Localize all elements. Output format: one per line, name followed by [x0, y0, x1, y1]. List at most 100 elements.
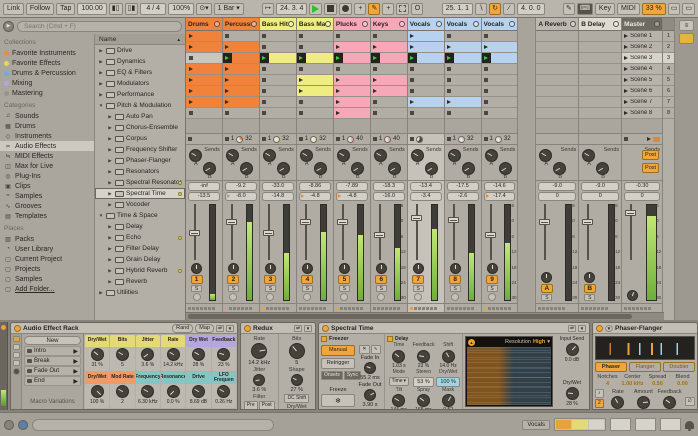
back-to-arrangement-indicator[interactable] — [653, 136, 661, 142]
loop-length-field[interactable]: 4. 0. 0 — [517, 2, 545, 15]
clip-launch-button[interactable] — [186, 31, 195, 41]
volume-fader[interactable] — [582, 204, 594, 260]
expand-arrow-icon[interactable]: ▶ — [107, 136, 113, 142]
scene-slot[interactable]: Scene 1 — [622, 31, 663, 42]
resolution-arrow-icon[interactable]: ▾ — [547, 339, 550, 345]
volume-value[interactable]: -9.0 — [581, 182, 620, 191]
clip-slot[interactable] — [333, 53, 370, 64]
clip-launch-button[interactable] — [408, 31, 417, 41]
pan-value[interactable]: -4.8 — [298, 192, 331, 201]
fader-handle[interactable] — [225, 219, 237, 225]
param-value[interactable]: 1.00 kHz — [621, 381, 643, 388]
volume-fader[interactable] — [625, 204, 637, 260]
key-map-button[interactable]: Key — [594, 2, 615, 15]
scene-slot[interactable]: Scene 7 — [622, 97, 663, 108]
pan-knob[interactable] — [227, 263, 239, 274]
clip-slot[interactable] — [186, 75, 222, 86]
clip-slot[interactable] — [296, 75, 333, 86]
clip-launch-button[interactable] — [371, 97, 380, 107]
clip-launch-button[interactable] — [186, 75, 195, 85]
clip-launch-button[interactable] — [334, 64, 343, 74]
clip-slot[interactable] — [296, 53, 333, 64]
draw-mode-button[interactable]: ✎ — [368, 2, 381, 15]
expand-arrow-icon[interactable]: ▼ — [98, 103, 104, 108]
fade-in-value[interactable]: 55.2 ms — [360, 375, 380, 381]
clip-launch-button[interactable] — [482, 86, 491, 96]
solo-button[interactable]: S — [191, 285, 202, 292]
clip-slot[interactable] — [222, 108, 259, 119]
browser-item-dynamics[interactable]: ▶ Dynamics — [95, 56, 185, 67]
loop-button[interactable]: ↻ — [489, 2, 502, 15]
tempo-field[interactable]: 100.00 — [77, 2, 107, 15]
device-chain-overview[interactable] — [554, 418, 606, 431]
mode-dropdown[interactable]: Time ▾ — [388, 376, 410, 386]
quantization-menu[interactable]: 1 Bar ▾ — [213, 2, 244, 15]
browser-item-modulators[interactable]: ▶ Modulators — [95, 78, 185, 89]
clip-launch-button[interactable] — [482, 97, 491, 107]
clip-slot[interactable] — [407, 31, 444, 42]
clip-slot[interactable] — [370, 86, 407, 97]
pan-knob[interactable] — [375, 263, 387, 274]
device-title-bar[interactable]: Redux ⇄ ▼ — [241, 323, 315, 334]
pan-value[interactable]: 0 — [581, 192, 620, 201]
pan-knob[interactable] — [541, 272, 553, 283]
tempo-follow-button[interactable]: Follow — [25, 2, 55, 15]
pan-value[interactable]: -13.5 — [188, 192, 220, 201]
device-on-toggle[interactable] — [596, 324, 603, 332]
fader-handle[interactable] — [625, 210, 637, 216]
track-activator[interactable]: 7 — [412, 275, 425, 284]
clip-slot[interactable] — [370, 97, 407, 108]
track-activator[interactable]: B — [583, 284, 596, 293]
scene-number[interactable]: 6 — [663, 86, 675, 97]
clip-launch-button[interactable] — [371, 31, 380, 41]
sidebar-item-midi-effects[interactable]: ≒ MIDI Effects — [0, 151, 94, 161]
device-overview-segment[interactable] — [610, 418, 631, 431]
rate-value[interactable]: 2 — [616, 409, 619, 410]
tilt-value[interactable]: 144 ms — [391, 407, 407, 409]
param-value[interactable]: 0.50 — [652, 381, 663, 388]
spray-value[interactable]: 165 ms — [415, 407, 431, 409]
clip-slot[interactable] — [259, 42, 296, 53]
macro-knob[interactable] — [115, 385, 129, 398]
clip-launch-button[interactable] — [223, 42, 232, 52]
pan-knob[interactable] — [584, 272, 596, 283]
cue-post-toggle[interactable]: Post — [642, 150, 660, 160]
fader-handle[interactable] — [484, 232, 496, 238]
expand-arrow-icon[interactable]: ▶ — [107, 279, 113, 285]
amount-value[interactable]: 83 % — [637, 409, 650, 410]
scene-slot[interactable]: Scene 6 — [622, 86, 663, 97]
sidebar-item-sounds[interactable]: ♫ Sounds — [0, 111, 94, 121]
solo-button[interactable]: S — [584, 294, 596, 301]
clip-slot[interactable] — [444, 75, 481, 86]
clip-launch-button[interactable] — [186, 97, 195, 107]
empty-slot[interactable] — [536, 86, 579, 97]
macro-knob[interactable] — [191, 348, 205, 361]
clip-slot[interactable] — [333, 97, 370, 108]
feedback-knob[interactable] — [416, 349, 430, 363]
clip-launch-button[interactable] — [297, 42, 306, 52]
clip-launch-button[interactable] — [334, 42, 343, 52]
track-header[interactable]: Keys — [370, 18, 407, 31]
clip-slot[interactable] — [222, 31, 259, 42]
expand-arrow-icon[interactable]: ▶ — [107, 147, 113, 153]
clip-slot[interactable] — [407, 64, 444, 75]
map-mode-icon[interactable] — [12, 368, 20, 375]
expand-arrow-icon[interactable]: ▶ — [98, 48, 104, 54]
scene-number[interactable]: 5 — [663, 75, 675, 86]
expand-arrow-icon[interactable]: ▶ — [107, 125, 113, 131]
clip-launch-button[interactable] — [481, 53, 491, 63]
clip-launch-button[interactable] — [260, 86, 269, 96]
pan-value[interactable]: -8.0 — [224, 192, 257, 201]
expand-arrow-icon[interactable]: ▶ — [107, 158, 113, 164]
pan-value[interactable]: 0 — [624, 192, 661, 201]
macro-knob[interactable] — [217, 385, 231, 398]
expand-arrow-icon[interactable]: ▶ — [107, 224, 113, 230]
clip-launch-button[interactable] — [482, 42, 491, 52]
time-knob[interactable] — [392, 349, 406, 363]
expand-arrow-icon[interactable]: ▶ — [98, 92, 104, 98]
clip-slot[interactable] — [407, 53, 444, 64]
sidebar-item-mastering[interactable]: Mastering — [0, 88, 94, 98]
macro-variations-icon[interactable] — [12, 336, 20, 342]
device-title-bar[interactable]: ▼ Phaser-Flanger — [593, 323, 697, 334]
recall-arrow-icon[interactable]: ▶ — [73, 368, 78, 375]
